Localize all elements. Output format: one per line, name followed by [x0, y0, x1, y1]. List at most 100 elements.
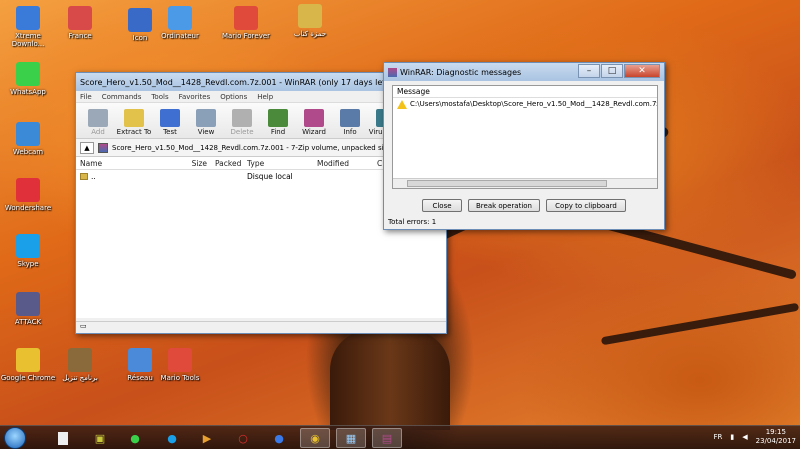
desktop-icon-label: France — [68, 32, 92, 40]
desktop-icon[interactable]: WhatsApp — [0, 62, 56, 96]
skype-icon[interactable]: ● — [157, 428, 187, 448]
desktop-icon-label: Google Chrome — [0, 374, 56, 382]
toolbar-label: Wizard — [302, 128, 326, 136]
col-type[interactable]: Type — [243, 159, 313, 168]
desktop-icon[interactable]: Webcam — [0, 122, 56, 156]
toolbar-label: Add — [91, 128, 105, 136]
minimize-button[interactable]: – — [578, 64, 600, 78]
toolbar-label: Test — [163, 128, 177, 136]
chrome-icon — [16, 348, 40, 372]
language-indicator[interactable]: FR — [714, 433, 723, 442]
diagnostic-window[interactable]: WinRAR: Diagnostic messages – □ ✕ Messag… — [383, 62, 665, 230]
menu-commands[interactable]: Commands — [102, 93, 142, 101]
add-icon — [88, 109, 108, 127]
desktop-icon[interactable]: برنامج تنزيل — [52, 348, 108, 382]
delete-icon — [232, 109, 252, 127]
toolbar-delete-button[interactable]: Delete — [224, 109, 260, 136]
status-bar: ▭ — [76, 321, 446, 333]
col-packed[interactable]: Packed — [211, 159, 243, 168]
desktop-icon-label: Webcam — [12, 148, 44, 156]
opera-icon[interactable]: ○ — [228, 428, 258, 448]
chrome-icon[interactable]: ◉ — [300, 428, 330, 448]
clock-time: 19:15 — [765, 428, 786, 436]
up-folder-button[interactable]: ▲ — [80, 141, 94, 154]
desktop-icon-label: Ordinateur — [161, 32, 199, 40]
desktop-icon[interactable]: Ordinateur — [152, 6, 208, 40]
desktop-icon-label: Skype — [17, 260, 39, 268]
total-errors: Total errors: 1 — [388, 218, 437, 226]
maximize-button[interactable]: □ — [601, 64, 623, 78]
toolbar-view-button[interactable]: View — [188, 109, 224, 136]
row-type: Disque local — [247, 171, 293, 181]
desktop-icon[interactable]: Google Chrome — [0, 348, 56, 382]
find-icon — [268, 109, 288, 127]
toolbar-label: Info — [343, 128, 357, 136]
desktop-icon[interactable]: Wondershare — [0, 178, 56, 212]
desktop-icon[interactable]: France — [52, 6, 108, 40]
file-icon[interactable] — [48, 428, 78, 448]
tree-trunk — [330, 330, 450, 430]
scrollbar-thumb[interactable] — [407, 180, 607, 187]
diagnostic-titlebar[interactable]: WinRAR: Diagnostic messages – □ ✕ — [384, 63, 664, 81]
menu-tools[interactable]: Tools — [151, 93, 168, 101]
desktop-icon[interactable]: حمزة كتاب — [282, 4, 338, 38]
message-column-header[interactable]: Message — [393, 86, 657, 98]
test-icon — [160, 109, 180, 127]
row-name: .. — [91, 171, 96, 181]
browser-icon[interactable]: ● — [264, 428, 294, 448]
col-name[interactable]: Name — [76, 159, 151, 168]
menu-options[interactable]: Options — [220, 93, 247, 101]
desktop-icon[interactable]: Mario Tools — [152, 348, 208, 382]
xtreme-download-icon — [16, 6, 40, 30]
close-window-button[interactable]: ✕ — [624, 64, 660, 78]
desktop-icon-label: Mario Forever — [221, 32, 271, 40]
col-modified[interactable]: Modified — [313, 159, 373, 168]
desktop-icon-label: حمزة كتاب — [293, 30, 327, 38]
whatsapp-icon[interactable]: ● — [120, 428, 150, 448]
diagnostic-title: WinRAR: Diagnostic messages — [400, 67, 522, 77]
toolbar-test-button[interactable]: Test — [152, 109, 188, 136]
mario-icon — [234, 6, 258, 30]
computer-icon — [168, 6, 192, 30]
menu-help[interactable]: Help — [257, 93, 273, 101]
break-operation-button[interactable]: Break operation — [468, 199, 540, 212]
horizontal-scrollbar[interactable] — [393, 178, 657, 188]
volume-icon[interactable]: ◀ — [742, 433, 747, 442]
archive-icon — [98, 142, 108, 153]
toolbar-wizard-button[interactable]: Wizard — [296, 109, 332, 136]
parent-folder-icon — [80, 172, 88, 180]
clock[interactable]: 19:15 23/04/2017 — [756, 428, 796, 446]
wizard-icon — [304, 109, 324, 127]
taskbar: ▣ ● ● ▶ ○ ● ◉ ▦ ▤ FR ▮ ◀ 19:15 23/04/201… — [0, 425, 800, 449]
close-button[interactable]: Close — [422, 199, 462, 212]
app-icon[interactable]: ▣ — [85, 428, 115, 448]
desktop-icon[interactable]: Mario Forever — [218, 6, 274, 40]
app-icon — [68, 348, 92, 372]
toolbar-info-button[interactable]: Info — [332, 109, 368, 136]
message-row[interactable]: C:\Users\mostafa\Desktop\Score_Hero_v1.5… — [393, 98, 657, 110]
toolbar-extract-button[interactable]: Extract To — [116, 109, 152, 136]
message-list[interactable]: Message C:\Users\mostafa\Desktop\Score_H… — [392, 85, 658, 189]
toolbar-find-button[interactable]: Find — [260, 109, 296, 136]
network-icon[interactable]: ▮ — [730, 433, 734, 442]
toolbar-add-button[interactable]: Add — [80, 109, 116, 136]
menu-favorites[interactable]: Favorites — [179, 93, 211, 101]
toolbar-label: Extract To — [116, 128, 152, 136]
system-tray: FR ▮ ◀ 19:15 23/04/2017 — [714, 428, 797, 446]
desktop-icon[interactable]: Xtreme Downlo... — [0, 6, 56, 48]
winrar-icon[interactable]: ▤ — [372, 428, 402, 448]
desktop-icon-label: WhatsApp — [10, 88, 46, 96]
clock-date: 23/04/2017 — [755, 437, 796, 445]
view-icon — [196, 109, 216, 127]
col-size[interactable]: Size — [151, 159, 211, 168]
menu-file[interactable]: File — [80, 93, 92, 101]
copy-to-clipboard-button[interactable]: Copy to clipboard — [546, 199, 626, 212]
start-button[interactable] — [4, 427, 26, 449]
media-player-icon[interactable]: ▶ — [192, 428, 222, 448]
computer-icon[interactable]: ▦ — [336, 428, 366, 448]
skype-icon — [16, 234, 40, 258]
webcam-icon — [16, 122, 40, 146]
desktop-icon[interactable]: ATTACK — [0, 292, 56, 326]
desktop-icon[interactable]: Skype — [0, 234, 56, 268]
info-icon — [340, 109, 360, 127]
